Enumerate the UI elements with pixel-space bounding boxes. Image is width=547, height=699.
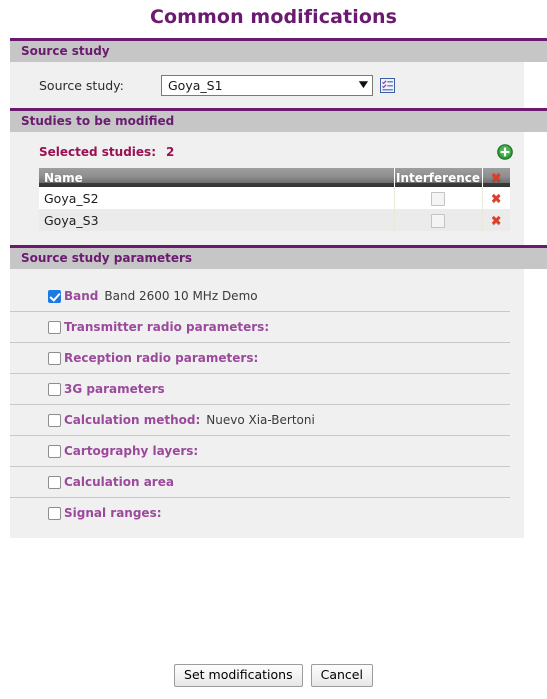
studies-table-header-row: Name Interference ✖ xyxy=(39,168,510,187)
selected-studies-count: 2 xyxy=(166,145,175,159)
chevron-down-icon: ▼ xyxy=(358,79,369,90)
footer-actions: Set modifications Cancel xyxy=(0,664,547,687)
section-source-study: Source study Source study: Goya_S1 ▼ xyxy=(0,38,547,108)
section-header-studies: Studies to be modified xyxy=(10,111,547,132)
parameter-label: Reception radio parameters: xyxy=(64,351,259,365)
source-study-select[interactable]: Goya_S1 ▼ xyxy=(161,74,373,96)
section-body-source-study: Source study: Goya_S1 ▼ xyxy=(10,62,524,108)
studies-inner: Selected studies: 2 Name Interference ✖ … xyxy=(10,132,524,245)
interference-checkbox[interactable] xyxy=(431,191,445,206)
delete-row-button[interactable]: ✖ xyxy=(482,209,510,231)
cancel-button[interactable]: Cancel xyxy=(310,664,373,687)
section-header-source-study: Source study xyxy=(10,41,547,62)
parameter-label: Signal ranges: xyxy=(64,506,162,520)
parameter-row-cartography-layers[interactable]: Cartography layers: xyxy=(10,436,510,467)
delete-red-x-icon: ✖ xyxy=(490,170,502,186)
parameter-row-calculation-method[interactable]: Calculation method: Nuevo Xia-Bertoni xyxy=(10,405,510,436)
parameter-row-transmitter-radio-parameters[interactable]: Transmitter radio parameters: xyxy=(10,312,510,343)
section-studies: Studies to be modified Selected studies:… xyxy=(0,108,547,245)
selected-studies-label: Selected studies: xyxy=(39,145,156,159)
parameter-label: Cartography layers: xyxy=(64,444,199,458)
parameter-label: Band xyxy=(64,289,99,303)
table-row[interactable]: Goya_S2 ✖ xyxy=(39,187,510,209)
parameter-row-band[interactable]: Band Band 2600 10 MHz Demo xyxy=(10,281,510,312)
section-header-parameters: Source study parameters xyxy=(10,248,547,269)
parameter-row-3g-parameters[interactable]: 3G parameters xyxy=(10,374,510,405)
interference-checkbox[interactable] xyxy=(431,213,445,228)
parameters-list: Band Band 2600 10 MHz Demo Transmitter r… xyxy=(10,269,524,538)
parameter-value: Nuevo Xia-Bertoni xyxy=(206,413,315,427)
section-body-parameters: Band Band 2600 10 MHz Demo Transmitter r… xyxy=(10,269,524,538)
parameter-label: Transmitter radio parameters: xyxy=(64,320,270,334)
checkbox-transmitter-radio-parameters[interactable] xyxy=(48,320,61,334)
checkbox-3g-parameters[interactable] xyxy=(48,382,61,396)
table-row[interactable]: Goya_S3 ✖ xyxy=(39,209,510,231)
set-modifications-button[interactable]: Set modifications xyxy=(174,664,303,687)
checkbox-band[interactable] xyxy=(48,289,61,303)
checkbox-cartography-layers[interactable] xyxy=(48,444,61,458)
studies-table: Name Interference ✖ Goya_S2 ✖ Goya_S3 ✖ xyxy=(39,168,510,231)
parameter-row-calculation-area[interactable]: Calculation area xyxy=(10,467,510,498)
section-parameters: Source study parameters Band Band 2600 1… xyxy=(0,245,547,538)
checkbox-signal-ranges[interactable] xyxy=(48,506,61,520)
parameter-row-signal-ranges[interactable]: Signal ranges: xyxy=(10,498,510,528)
selected-studies-line: Selected studies: 2 xyxy=(10,141,524,163)
checkbox-calculation-method[interactable] xyxy=(48,413,61,427)
column-header-interference[interactable]: Interference xyxy=(394,168,483,187)
parameter-label: Calculation method: xyxy=(64,413,201,427)
delete-all-button[interactable]: ✖ xyxy=(482,168,510,187)
interference-checkbox-cell[interactable] xyxy=(394,209,483,231)
delete-red-x-icon: ✖ xyxy=(490,191,502,207)
section-body-studies: Selected studies: 2 Name Interference ✖ … xyxy=(10,132,524,245)
source-study-selected-value: Goya_S1 xyxy=(168,77,223,93)
source-study-row: Source study: Goya_S1 ▼ xyxy=(10,62,524,108)
study-name: Goya_S2 xyxy=(39,187,395,209)
study-name: Goya_S3 xyxy=(39,209,395,231)
source-study-label: Source study: xyxy=(39,77,124,93)
parameter-label: Calculation area xyxy=(64,475,174,489)
parameter-label: 3G parameters xyxy=(64,382,165,396)
page-title: Common modifications xyxy=(149,6,398,28)
parameter-row-reception-radio-parameters[interactable]: Reception radio parameters: xyxy=(10,343,510,374)
add-circle-icon[interactable] xyxy=(497,144,513,160)
parameter-value: Band 2600 10 MHz Demo xyxy=(104,289,258,303)
delete-row-button[interactable]: ✖ xyxy=(482,187,510,209)
checkbox-reception-radio-parameters[interactable] xyxy=(48,351,61,365)
checkbox-calculation-area[interactable] xyxy=(48,475,61,489)
delete-red-x-icon: ✖ xyxy=(490,213,502,229)
interference-checkbox-cell[interactable] xyxy=(394,187,483,209)
column-header-name[interactable]: Name xyxy=(39,168,395,187)
checklist-icon[interactable] xyxy=(380,77,395,93)
